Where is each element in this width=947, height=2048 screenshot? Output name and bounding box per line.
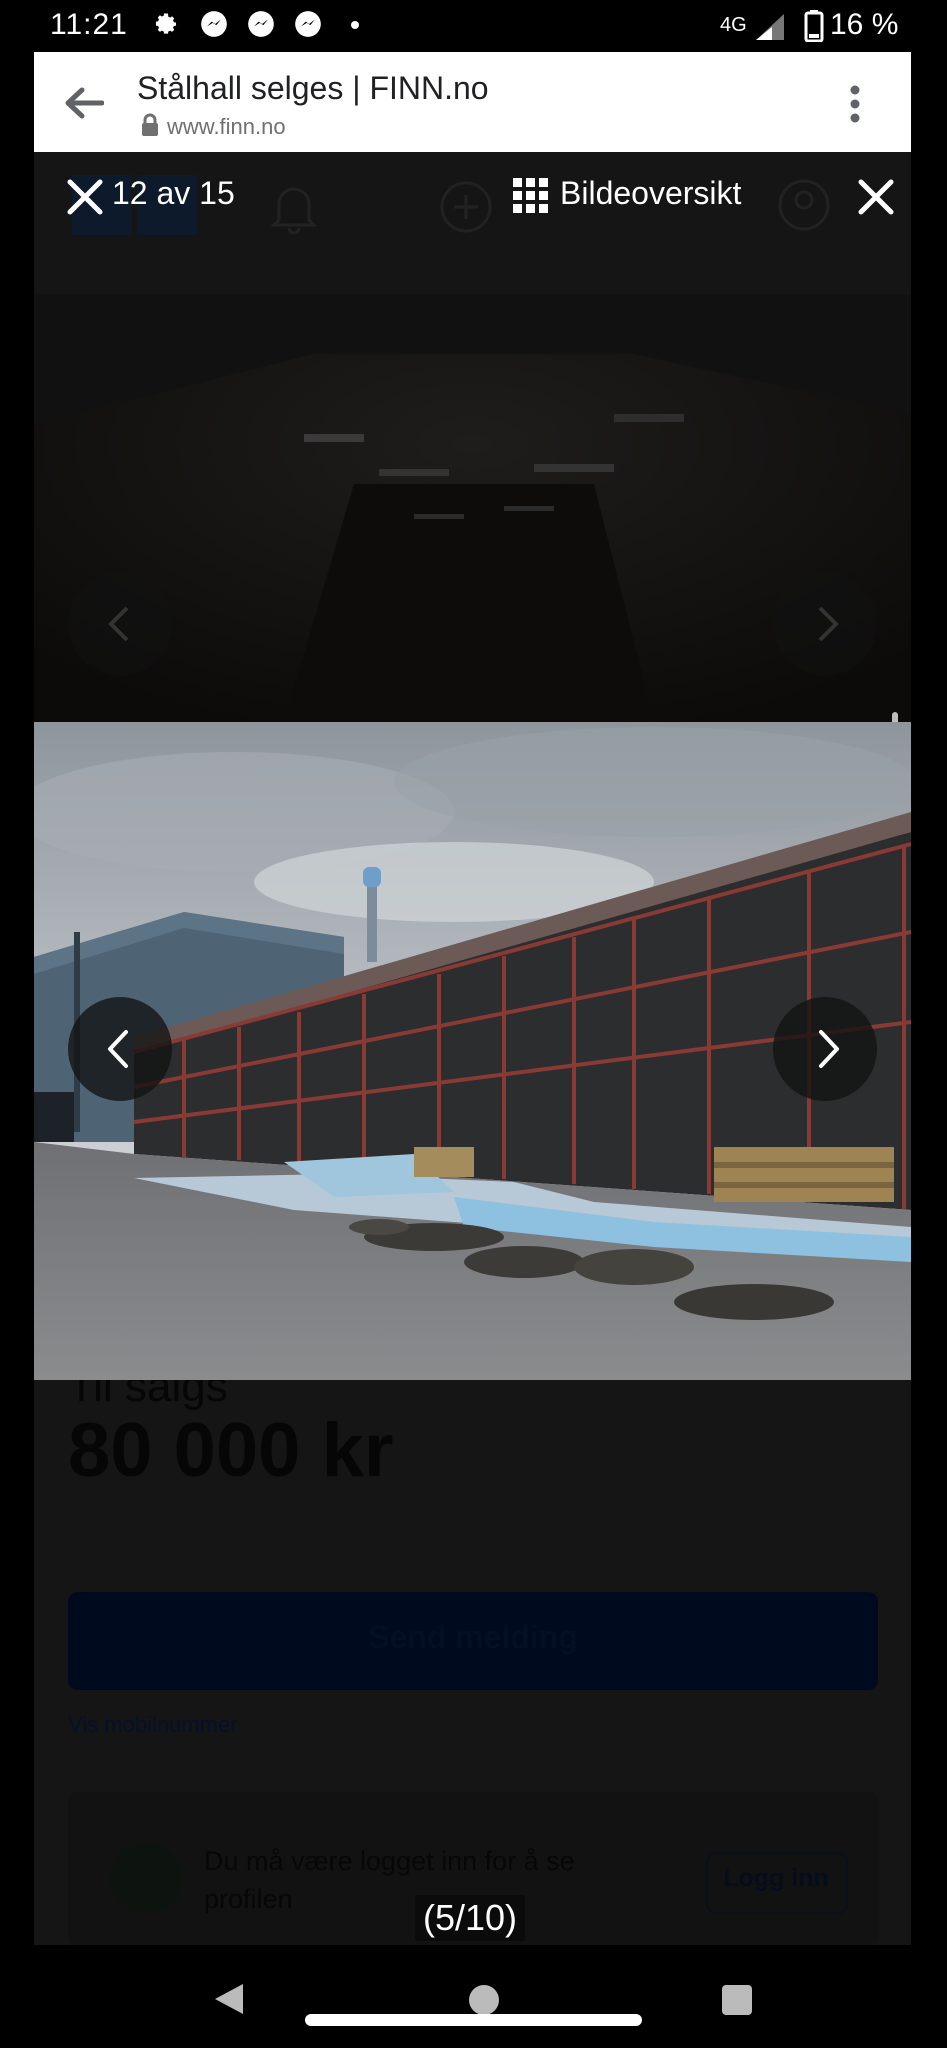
close-icon[interactable] bbox=[66, 178, 104, 216]
chevron-right-icon bbox=[818, 606, 839, 642]
status-time: 11:21 bbox=[50, 8, 128, 41]
bg-price: 80 000 kr bbox=[68, 1408, 394, 1493]
dot-icon bbox=[351, 21, 359, 29]
grid-icon[interactable] bbox=[513, 178, 549, 214]
back-arrow-icon[interactable] bbox=[64, 86, 104, 120]
signal-icon bbox=[756, 14, 784, 40]
bg-send-button-label: Send melding bbox=[368, 1619, 578, 1655]
bg-login-notice: Du må være logget inn for å se profilen bbox=[204, 1846, 575, 1914]
photo-caption: (5/10) bbox=[415, 1895, 526, 1941]
more-vert-icon[interactable] bbox=[848, 84, 862, 124]
messenger-icon bbox=[201, 11, 227, 37]
previous-photo bbox=[34, 294, 911, 722]
close-icon[interactable] bbox=[857, 178, 895, 216]
image-counter: 12 av 15 bbox=[112, 175, 235, 211]
bg-phone-link: Vis mobilnummer bbox=[68, 1712, 238, 1737]
chevron-right-icon bbox=[819, 1030, 839, 1068]
gear-icon bbox=[155, 13, 177, 34]
battery-percent: 16 % bbox=[830, 8, 899, 41]
bell-icon bbox=[270, 187, 318, 234]
battery-icon bbox=[804, 10, 824, 42]
messenger-icon bbox=[248, 11, 274, 37]
nav-recents-icon[interactable] bbox=[721, 1984, 753, 2016]
profile-icon bbox=[778, 179, 830, 231]
chevron-left-icon bbox=[108, 1030, 128, 1068]
gesture-home-pill[interactable] bbox=[305, 2014, 642, 2026]
bg-avatar bbox=[110, 1842, 182, 1914]
page-url[interactable]: www.finn.no bbox=[167, 114, 286, 140]
image-overview-button[interactable]: Bildeoversikt bbox=[560, 175, 741, 212]
network-type: 4G bbox=[720, 14, 747, 36]
nav-back-icon[interactable] bbox=[213, 1982, 245, 2016]
nav-home-icon[interactable] bbox=[468, 1984, 500, 2016]
chevron-left-icon bbox=[108, 606, 129, 642]
plus-circle-icon bbox=[440, 181, 492, 233]
page-title: Stålhall selges | FINN.no bbox=[137, 70, 489, 106]
bg-login-button-label: Logg inn bbox=[723, 1864, 829, 1892]
messenger-icon bbox=[295, 11, 321, 37]
lock-icon bbox=[142, 113, 158, 136]
